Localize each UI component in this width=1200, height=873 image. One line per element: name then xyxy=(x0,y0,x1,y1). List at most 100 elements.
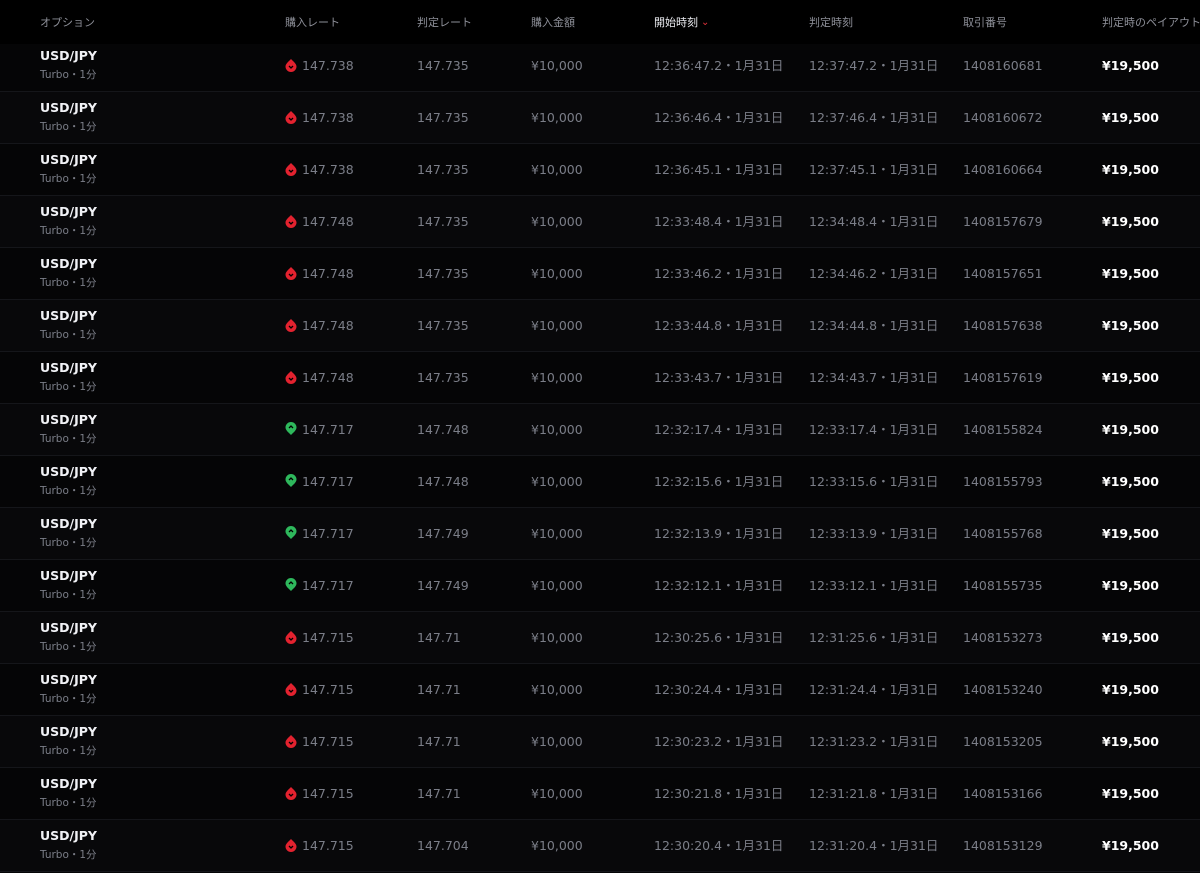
purchase-rate-value: 147.715 xyxy=(302,630,354,645)
column-header-start-time[interactable]: 開始時刻 ⌄ xyxy=(654,16,709,30)
option-cell: USD/JPY Turbo・1分 xyxy=(40,672,97,706)
column-header-trade-id[interactable]: 取引番号 xyxy=(963,16,1007,30)
settle-time-cell: 12:33:12.1・1月31日 xyxy=(809,578,939,593)
table-row[interactable]: USD/JPY Turbo・1分 147.717 147.749 ¥10,000 12:3… xyxy=(0,560,1200,612)
table-row[interactable]: USD/JPY Turbo・1分 147.717 147.748 ¥10,000 12:3… xyxy=(0,456,1200,508)
table-row[interactable]: USD/JPY Turbo・1分 147.748 147.735 ¥10,000 12:3… xyxy=(0,248,1200,300)
table-row[interactable]: USD/JPY Turbo・1分 147.715 147.71 ¥10,000 12:30… xyxy=(0,612,1200,664)
down-arrow-icon xyxy=(285,319,297,332)
trade-id-cell: 1408153240 xyxy=(963,682,1043,697)
table-row[interactable]: USD/JPY Turbo・1分 147.715 147.704 ¥10,000 12:3… xyxy=(0,820,1200,872)
purchase-rate-cell: 147.748 xyxy=(285,300,354,352)
start-time-cell: 12:33:43.7・1月31日 xyxy=(654,370,784,385)
amount-cell: ¥10,000 xyxy=(531,578,583,593)
settle-rate-cell: 147.735 xyxy=(417,162,469,177)
option-type: Turbo・1分 xyxy=(40,641,97,653)
trade-id-cell: 1408160681 xyxy=(963,58,1043,73)
purchase-rate-cell: 147.748 xyxy=(285,196,354,248)
column-header-settle-rate[interactable]: 判定レート xyxy=(417,16,472,30)
purchase-rate-value: 147.717 xyxy=(302,526,354,541)
trade-id-cell: 1408153166 xyxy=(963,786,1043,801)
table-row[interactable]: USD/JPY Turbo・1分 147.738 147.735 ¥10,000 12:3… xyxy=(0,40,1200,92)
currency-pair: USD/JPY xyxy=(40,360,97,375)
settle-time-cell: 12:31:23.2・1月31日 xyxy=(809,734,939,749)
purchase-rate-value: 147.748 xyxy=(302,266,354,281)
trade-id-cell: 1408157679 xyxy=(963,214,1043,229)
settle-rate-cell: 147.735 xyxy=(417,110,469,125)
settle-rate-cell: 147.704 xyxy=(417,838,469,853)
table-row[interactable]: USD/JPY Turbo・1分 147.715 147.71 ¥10,000 12:30… xyxy=(0,716,1200,768)
column-header-purchase-rate[interactable]: 購入レート xyxy=(285,16,340,30)
option-type: Turbo・1分 xyxy=(40,277,97,289)
purchase-rate-value: 147.738 xyxy=(302,162,354,177)
purchase-rate-cell: 147.715 xyxy=(285,820,354,872)
down-arrow-icon xyxy=(285,163,297,176)
currency-pair: USD/JPY xyxy=(40,256,97,271)
settle-time-cell: 12:31:20.4・1月31日 xyxy=(809,838,939,853)
settle-time-cell: 12:34:46.2・1月31日 xyxy=(809,266,939,281)
start-time-cell: 12:30:20.4・1月31日 xyxy=(654,838,784,853)
down-arrow-icon xyxy=(285,111,297,124)
settle-time-cell: 12:34:48.4・1月31日 xyxy=(809,214,939,229)
trade-id-cell: 1408153129 xyxy=(963,838,1043,853)
amount-cell: ¥10,000 xyxy=(531,526,583,541)
table-row[interactable]: USD/JPY Turbo・1分 147.717 147.748 ¥10,000 12:3… xyxy=(0,404,1200,456)
option-type: Turbo・1分 xyxy=(40,537,97,549)
column-header-option[interactable]: オプション xyxy=(40,16,95,30)
payout-cell: ¥19,500 xyxy=(1102,370,1159,385)
table-row[interactable]: USD/JPY Turbo・1分 147.748 147.735 ¥10,000 12:3… xyxy=(0,196,1200,248)
table-row[interactable]: USD/JPY Turbo・1分 147.715 147.71 ¥10,000 12:30… xyxy=(0,664,1200,716)
option-cell: USD/JPY Turbo・1分 xyxy=(40,464,97,498)
option-cell: USD/JPY Turbo・1分 xyxy=(40,724,97,758)
trade-history-table: オプション 購入レート 判定レート 購入金額 開始時刻 ⌄ 判定時刻 取引番号 判… xyxy=(0,0,1200,873)
table-row[interactable]: USD/JPY Turbo・1分 147.748 147.735 ¥10,000 12:3… xyxy=(0,300,1200,352)
purchase-rate-value: 147.717 xyxy=(302,422,354,437)
table-row[interactable]: USD/JPY Turbo・1分 147.715 147.71 ¥10,000 12:30… xyxy=(0,768,1200,820)
payout-cell: ¥19,500 xyxy=(1102,214,1159,229)
table-row[interactable]: USD/JPY Turbo・1分 147.748 147.735 ¥10,000 12:3… xyxy=(0,352,1200,404)
amount-cell: ¥10,000 xyxy=(531,266,583,281)
table-row[interactable]: USD/JPY Turbo・1分 147.738 147.735 ¥10,000 12:3… xyxy=(0,92,1200,144)
option-cell: USD/JPY Turbo・1分 xyxy=(40,152,97,186)
option-cell: USD/JPY Turbo・1分 xyxy=(40,516,97,550)
down-arrow-icon xyxy=(285,59,297,72)
option-cell: USD/JPY Turbo・1分 xyxy=(40,776,97,810)
payout-cell: ¥19,500 xyxy=(1102,318,1159,333)
trade-id-cell: 1408155768 xyxy=(963,526,1043,541)
settle-rate-cell: 147.71 xyxy=(417,682,461,697)
option-type: Turbo・1分 xyxy=(40,121,97,133)
payout-cell: ¥19,500 xyxy=(1102,162,1159,177)
purchase-rate-value: 147.717 xyxy=(302,578,354,593)
option-type: Turbo・1分 xyxy=(40,225,97,237)
down-arrow-icon xyxy=(285,371,297,384)
column-header-start-time-label: 開始時刻 xyxy=(654,16,698,29)
purchase-rate-cell: 147.748 xyxy=(285,248,354,300)
amount-cell: ¥10,000 xyxy=(531,682,583,697)
start-time-cell: 12:36:45.1・1月31日 xyxy=(654,162,784,177)
option-type: Turbo・1分 xyxy=(40,745,97,757)
payout-cell: ¥19,500 xyxy=(1102,838,1159,853)
amount-cell: ¥10,000 xyxy=(531,318,583,333)
down-arrow-icon xyxy=(285,683,297,696)
up-arrow-icon xyxy=(285,422,297,435)
column-header-payout[interactable]: 判定時のペイアウト xyxy=(1102,16,1200,30)
trade-id-cell: 1408155793 xyxy=(963,474,1043,489)
amount-cell: ¥10,000 xyxy=(531,474,583,489)
settle-time-cell: 12:34:43.7・1月31日 xyxy=(809,370,939,385)
settle-time-cell: 12:37:46.4・1月31日 xyxy=(809,110,939,125)
currency-pair: USD/JPY xyxy=(40,464,97,479)
settle-time-cell: 12:34:44.8・1月31日 xyxy=(809,318,939,333)
chevron-down-icon[interactable]: ⌄ xyxy=(701,16,709,30)
settle-time-cell: 12:31:21.8・1月31日 xyxy=(809,786,939,801)
settle-rate-cell: 147.735 xyxy=(417,58,469,73)
table-row[interactable]: USD/JPY Turbo・1分 147.738 147.735 ¥10,000 12:3… xyxy=(0,144,1200,196)
column-header-amount[interactable]: 購入金額 xyxy=(531,16,575,30)
table-row[interactable]: USD/JPY Turbo・1分 147.717 147.749 ¥10,000 12:3… xyxy=(0,508,1200,560)
currency-pair: USD/JPY xyxy=(40,412,97,427)
trade-id-cell: 1408153205 xyxy=(963,734,1043,749)
purchase-rate-cell: 147.717 xyxy=(285,404,354,456)
trade-id-cell: 1408160672 xyxy=(963,110,1043,125)
column-header-settle-time[interactable]: 判定時刻 xyxy=(809,16,853,30)
trade-id-cell: 1408157651 xyxy=(963,266,1043,281)
amount-cell: ¥10,000 xyxy=(531,630,583,645)
